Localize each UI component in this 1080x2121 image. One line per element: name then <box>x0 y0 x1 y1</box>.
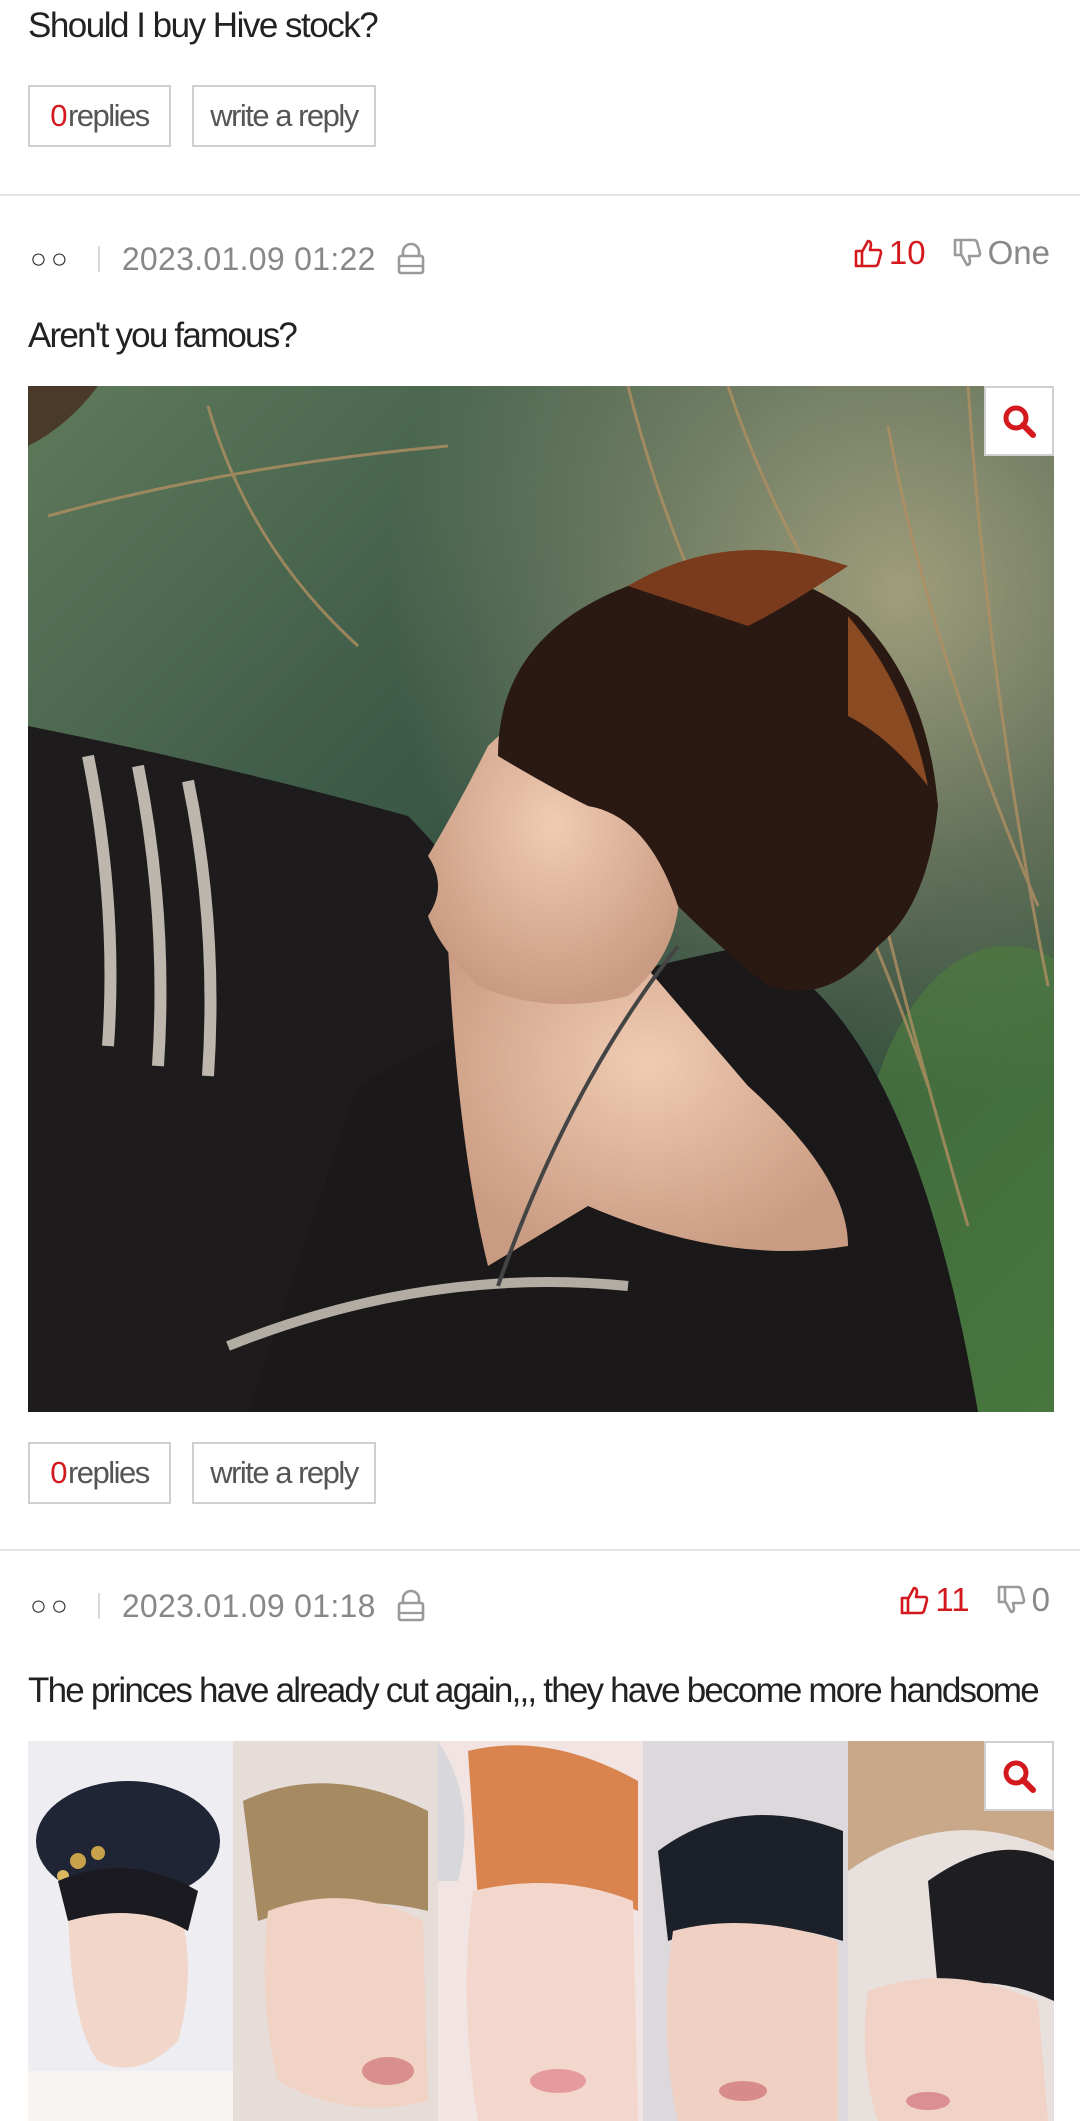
replies-label: replies <box>67 1455 150 1490</box>
post-card-previous: Should I buy Hive stock? 0 replies write… <box>0 0 1080 196</box>
write-reply-button[interactable]: write a reply <box>192 85 376 147</box>
downvote-button[interactable]: 0 <box>996 1581 1050 1619</box>
post-text: Aren't you famous? <box>28 316 298 355</box>
post-meta: ○○ 2023.01.09 01:22 <box>30 234 426 284</box>
post-text: The princes have already cut again,,, th… <box>28 1671 1040 1710</box>
thumbs-up-icon <box>854 239 883 268</box>
downvote-count: 0 <box>1031 1581 1050 1618</box>
post-card: ○○ 2023.01.09 01:22 10 One Aren't you fa… <box>0 194 1080 1550</box>
zoom-button[interactable] <box>984 386 1054 456</box>
thumbs-down-icon <box>953 238 981 267</box>
write-reply-button[interactable]: write a reply <box>192 1442 376 1504</box>
upvote-button[interactable]: 10 <box>853 234 926 272</box>
meta-divider <box>97 1593 100 1619</box>
replies-label: replies <box>67 98 150 133</box>
downvote-count: One <box>987 234 1050 271</box>
collage-photo <box>28 1741 1054 2121</box>
meta-divider <box>97 246 100 272</box>
post-card: ○○ 2023.01.09 01:18 11 0 The princes hav… <box>0 1551 1080 2121</box>
thumbs-up-icon <box>901 1586 929 1615</box>
post-image[interactable] <box>28 386 1054 1412</box>
portrait-photo <box>28 386 1054 1412</box>
lock-icon <box>397 242 425 275</box>
reply-count: 0 <box>50 98 67 133</box>
upvote-count: 10 <box>888 234 926 271</box>
upvote-count: 11 <box>935 1581 970 1618</box>
reply-count: 0 <box>50 1455 67 1490</box>
post-date: 2023.01.09 01:18 <box>121 1587 376 1624</box>
thumbs-down-icon <box>997 1585 1025 1614</box>
post-text: Should I buy Hive stock? <box>28 6 379 45</box>
lock-icon <box>397 1589 425 1622</box>
zoom-button[interactable] <box>984 1741 1054 1811</box>
magnifier-icon <box>1003 405 1036 438</box>
replies-button[interactable]: 0 replies <box>28 1442 171 1504</box>
downvote-button[interactable]: One <box>952 234 1050 272</box>
vote-area: 11 0 <box>899 1575 1050 1625</box>
upvote-button[interactable]: 11 <box>899 1581 970 1619</box>
vote-area: 10 One <box>853 228 1050 278</box>
post-meta: ○○ 2023.01.09 01:18 <box>30 1581 426 1631</box>
post-image[interactable] <box>28 1741 1054 2121</box>
author-name: ○○ <box>30 243 72 274</box>
post-date: 2023.01.09 01:22 <box>121 240 376 277</box>
author-name: ○○ <box>30 1590 72 1621</box>
magnifier-icon <box>1003 1760 1036 1793</box>
replies-button[interactable]: 0 replies <box>28 85 171 147</box>
